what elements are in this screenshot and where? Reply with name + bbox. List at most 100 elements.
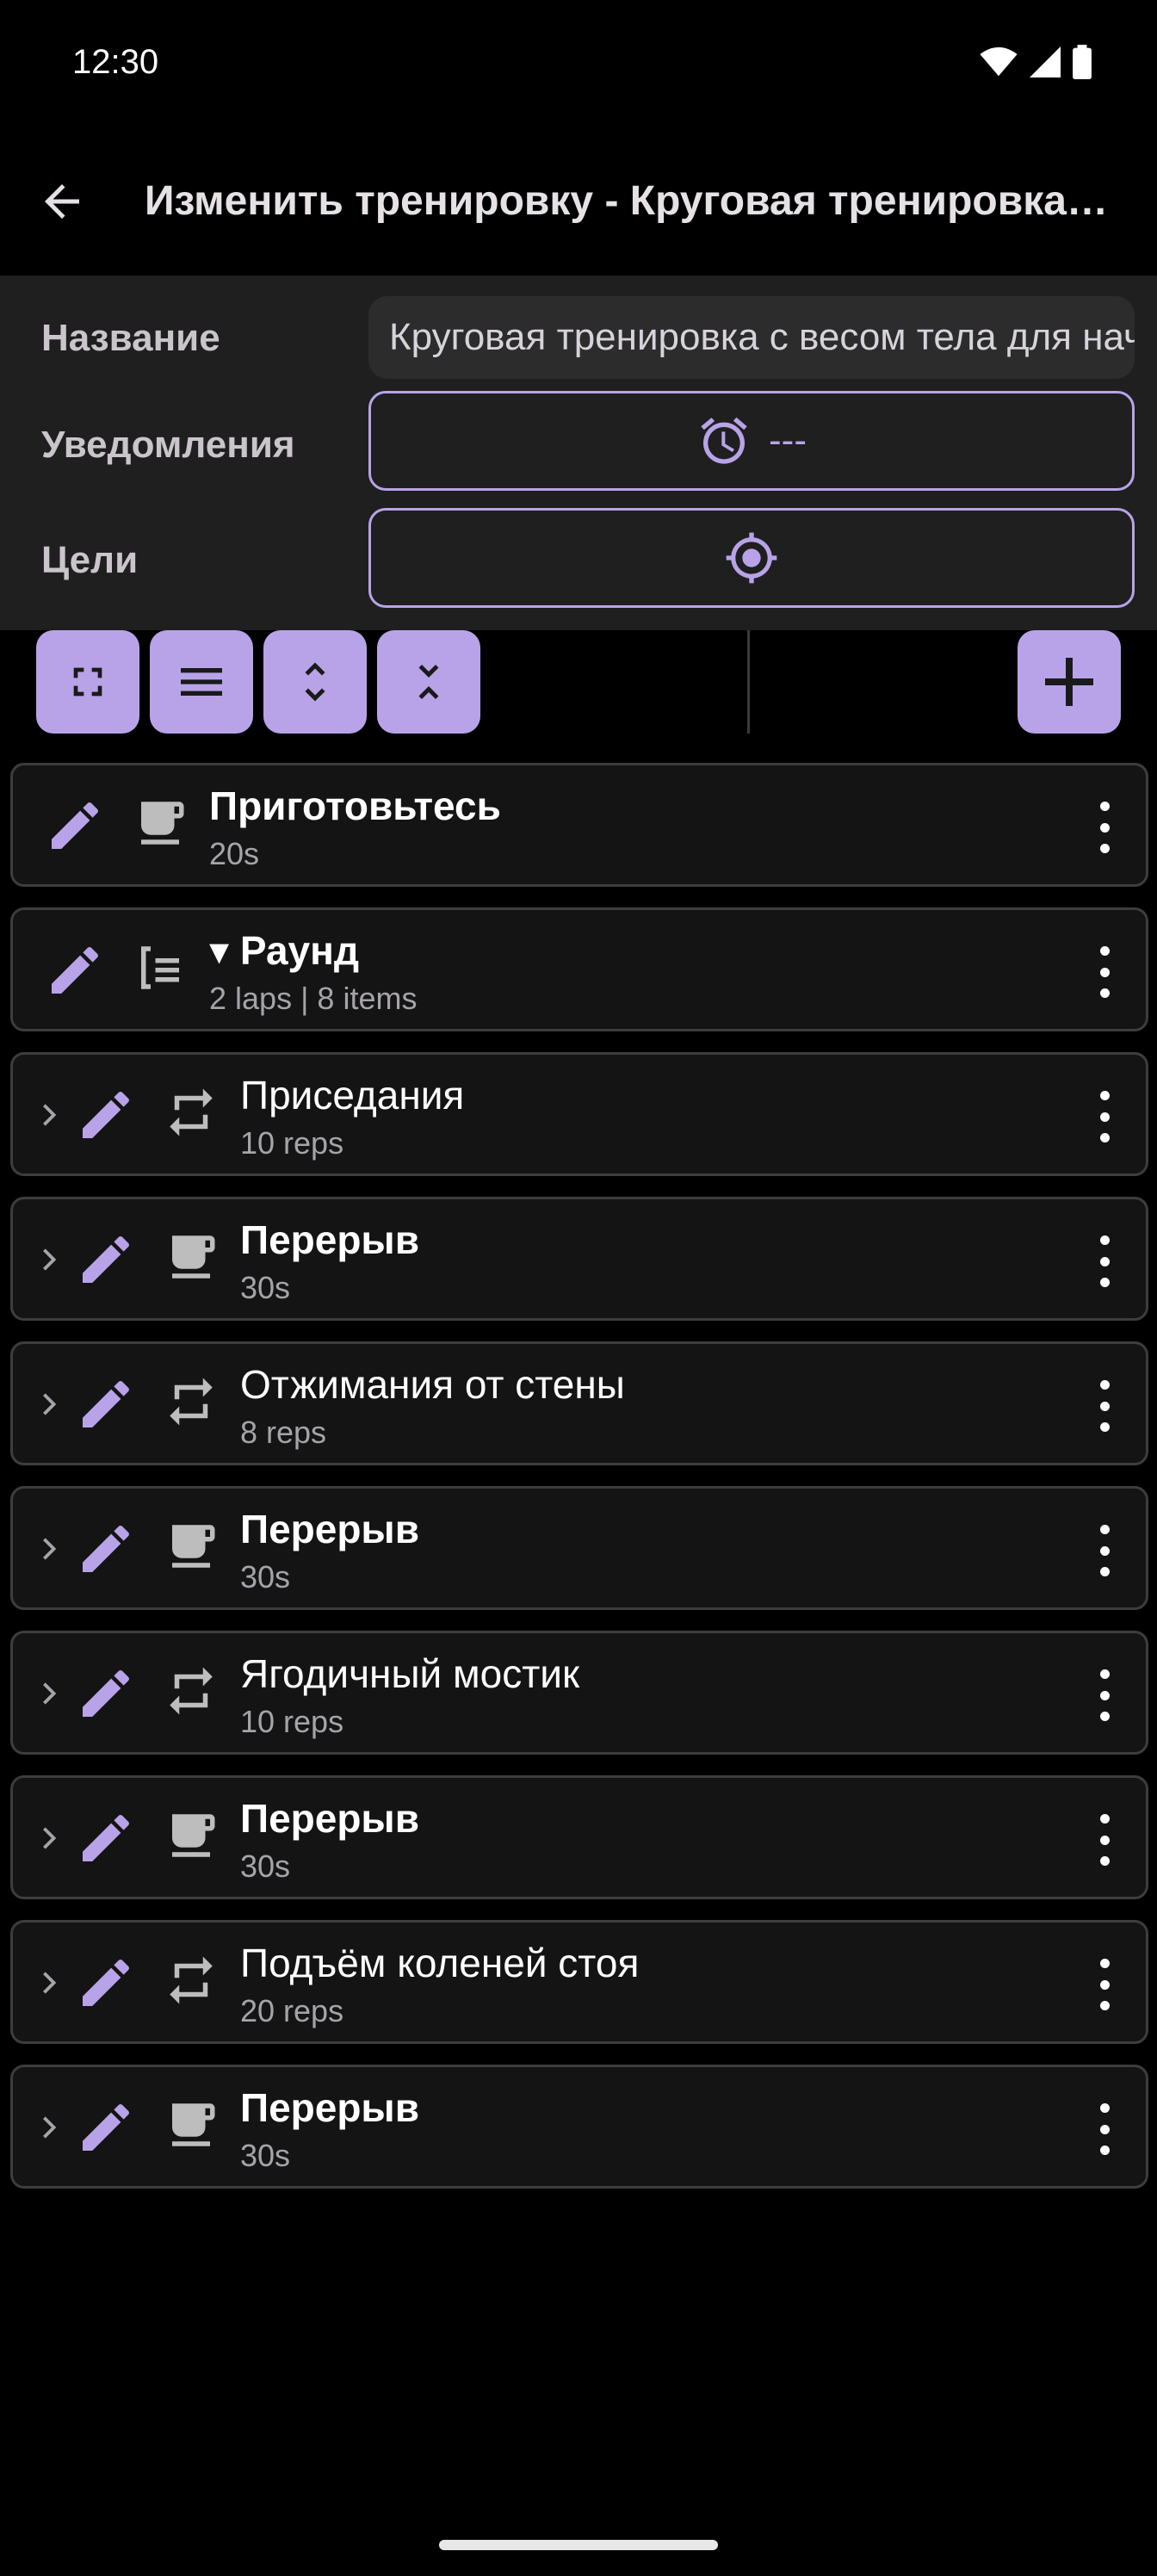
list-item[interactable]: Перерыв 30s bbox=[10, 2065, 1148, 2189]
more-vert-icon bbox=[1099, 2103, 1110, 2113]
page-title: Изменить тренировку - Круговая тренировк… bbox=[145, 178, 1117, 224]
item-subtitle: 10 reps bbox=[240, 1125, 344, 1161]
wifi-icon bbox=[980, 46, 1018, 77]
goals-button[interactable] bbox=[368, 508, 1135, 608]
cup-icon bbox=[172, 2103, 215, 2146]
list-item[interactable]: ▾ Раунд 2 laps | 8 items bbox=[10, 907, 1148, 1031]
item-title: Отжимания от стены bbox=[240, 1362, 625, 1407]
back-button[interactable] bbox=[31, 170, 93, 232]
edit-icon bbox=[83, 1959, 129, 2006]
chevron-right-icon bbox=[43, 1393, 57, 1415]
expand-chevron[interactable] bbox=[37, 1962, 61, 2003]
list-view-button[interactable] bbox=[150, 630, 253, 734]
list-item[interactable]: Подъём коленей стоя 20 reps bbox=[10, 1920, 1148, 2044]
more-options-button[interactable] bbox=[1094, 1091, 1115, 1142]
chevron-right-icon bbox=[43, 1538, 57, 1560]
list-item[interactable]: Отжимания от стены 8 reps bbox=[10, 1341, 1148, 1465]
chevron-right-icon bbox=[43, 1248, 57, 1271]
notifications-button[interactable]: --- bbox=[368, 391, 1135, 491]
more-vert-icon bbox=[1099, 1235, 1110, 1245]
item-type-icon bbox=[163, 1084, 225, 1146]
expand-chevron[interactable] bbox=[37, 1384, 61, 1425]
notifications-value: --- bbox=[769, 419, 807, 461]
expand-chevron[interactable] bbox=[37, 1673, 61, 1714]
item-subtitle: 10 reps bbox=[240, 1704, 344, 1739]
edit-button[interactable] bbox=[75, 1663, 137, 1725]
edit-button[interactable] bbox=[75, 1229, 137, 1291]
fullscreen-button[interactable] bbox=[36, 630, 139, 734]
workout-name-input[interactable]: Круговая тренировка с весом тела для нач… bbox=[368, 296, 1135, 379]
item-type-icon bbox=[163, 1518, 225, 1580]
item-title: Перерыв bbox=[240, 2085, 419, 2130]
more-options-button[interactable] bbox=[1094, 1669, 1115, 1721]
more-vert-icon bbox=[1099, 1091, 1110, 1100]
repeat-icon bbox=[170, 1667, 213, 1715]
menu-lines-icon bbox=[181, 668, 222, 696]
item-title: Перерыв bbox=[240, 1217, 419, 1262]
list-item[interactable]: Перерыв 30s bbox=[10, 1486, 1148, 1610]
item-type-icon bbox=[163, 1952, 225, 2014]
arrow-back-icon bbox=[45, 184, 79, 219]
item-title: Ягодичный мостик bbox=[240, 1651, 580, 1696]
edit-button[interactable] bbox=[44, 939, 106, 1001]
list-item[interactable]: Перерыв 30s bbox=[10, 1775, 1148, 1899]
more-vert-icon bbox=[1099, 1380, 1110, 1390]
item-type-icon bbox=[163, 1229, 225, 1291]
alarm-icon bbox=[701, 417, 747, 464]
toolbar-divider bbox=[747, 630, 750, 734]
edit-button[interactable] bbox=[75, 1373, 137, 1435]
list-toolbar bbox=[0, 630, 1157, 737]
edit-icon bbox=[83, 1814, 129, 1861]
more-options-button[interactable] bbox=[1094, 2103, 1115, 2155]
expand-chevron[interactable] bbox=[37, 1239, 61, 1280]
add-item-button[interactable] bbox=[1018, 630, 1121, 734]
more-options-button[interactable] bbox=[1094, 1959, 1115, 2010]
edit-icon bbox=[83, 1235, 129, 1283]
item-title: Подъём коленей стоя bbox=[240, 1941, 640, 1985]
plus-icon bbox=[1045, 658, 1093, 706]
edit-button[interactable] bbox=[75, 1518, 137, 1580]
unfold-less-icon bbox=[418, 665, 439, 699]
item-subtitle: 30s bbox=[240, 1848, 291, 1884]
cup-icon bbox=[141, 802, 184, 845]
item-subtitle: 20s bbox=[209, 836, 260, 871]
more-options-button[interactable] bbox=[1094, 1380, 1115, 1432]
list-item[interactable]: Приготовьтесь 20s bbox=[10, 763, 1148, 887]
chevron-right-icon bbox=[43, 1682, 57, 1705]
edit-button[interactable] bbox=[75, 1952, 137, 2014]
workout-form: Название Круговая тренировка с весом тел… bbox=[0, 276, 1157, 630]
more-options-button[interactable] bbox=[1094, 1235, 1115, 1287]
edit-button[interactable] bbox=[75, 2096, 137, 2158]
collapse-all-button[interactable] bbox=[377, 630, 480, 734]
group-list-icon bbox=[141, 946, 179, 989]
more-vert-icon bbox=[1099, 802, 1110, 811]
expand-chevron[interactable] bbox=[37, 1094, 61, 1136]
more-options-button[interactable] bbox=[1094, 946, 1115, 998]
edit-button[interactable] bbox=[44, 795, 106, 857]
repeat-icon bbox=[170, 1378, 213, 1426]
edit-button[interactable] bbox=[75, 1084, 137, 1146]
expand-all-button[interactable] bbox=[263, 630, 367, 734]
expand-chevron[interactable] bbox=[37, 1528, 61, 1570]
status-time: 12:30 bbox=[72, 43, 159, 81]
more-options-button[interactable] bbox=[1094, 1814, 1115, 1866]
home-indicator[interactable] bbox=[439, 2540, 718, 2550]
name-label: Название bbox=[41, 317, 220, 359]
expand-chevron[interactable] bbox=[37, 1817, 61, 1859]
expand-chevron[interactable] bbox=[37, 2107, 61, 2148]
list-item[interactable]: Перерыв 30s bbox=[10, 1197, 1148, 1321]
more-vert-icon bbox=[1099, 1669, 1110, 1679]
item-title: Перерыв bbox=[240, 1507, 419, 1551]
item-type-icon bbox=[163, 1807, 225, 1869]
item-title: ▾ Раунд bbox=[209, 928, 360, 973]
item-subtitle: 8 reps bbox=[240, 1415, 327, 1450]
more-options-button[interactable] bbox=[1094, 1525, 1115, 1576]
list-item[interactable]: Ягодичный мостик 10 reps bbox=[10, 1631, 1148, 1755]
status-bar: 12:30 bbox=[0, 0, 1157, 129]
chevron-right-icon bbox=[43, 2116, 57, 2139]
list-item[interactable]: Приседания 10 reps bbox=[10, 1052, 1148, 1176]
edit-button[interactable] bbox=[75, 1807, 137, 1869]
more-options-button[interactable] bbox=[1094, 802, 1115, 853]
more-vert-icon bbox=[1099, 1959, 1110, 1968]
item-subtitle: 30s bbox=[240, 1559, 291, 1595]
